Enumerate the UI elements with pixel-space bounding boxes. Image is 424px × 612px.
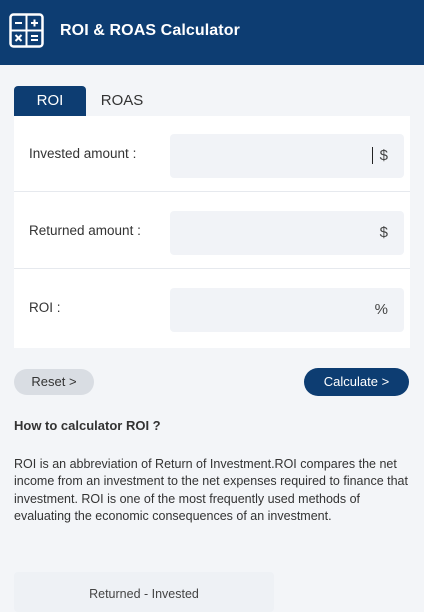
invested-amount-label: Invested amount :: [29, 146, 137, 161]
text-cursor: [372, 147, 373, 164]
dollar-unit: $: [379, 147, 388, 164]
calculator-icon: [9, 13, 44, 48]
roi-label: ROI :: [29, 300, 61, 315]
app-header: ROI & ROAS Calculator: [0, 0, 424, 65]
invested-amount-input[interactable]: $: [170, 134, 404, 178]
tab-roi[interactable]: ROI: [14, 86, 86, 116]
howto-heading: How to calculator ROI ?: [14, 418, 161, 433]
formula-card: Returned - Invested: [14, 572, 274, 612]
dollar-unit: $: [379, 224, 388, 241]
returned-amount-row: Returned amount : $: [14, 193, 410, 269]
returned-amount-label: Returned amount :: [29, 223, 141, 238]
roi-form: Invested amount : $ Returned amount : $ …: [14, 116, 410, 348]
calculate-button[interactable]: Calculate >: [304, 368, 409, 396]
calculator-tabs: ROI ROAS: [14, 86, 158, 116]
formula-numerator: Returned - Invested: [89, 587, 199, 601]
reset-button[interactable]: Reset >: [14, 369, 94, 395]
roi-result-field[interactable]: %: [170, 288, 404, 332]
tab-roas[interactable]: ROAS: [86, 86, 158, 116]
app-title: ROI & ROAS Calculator: [60, 22, 240, 39]
roi-description: ROI is an abbreviation of Return of Inve…: [14, 457, 408, 523]
invested-amount-row: Invested amount : $: [14, 116, 410, 192]
roi-row: ROI : %: [14, 270, 410, 346]
returned-amount-input[interactable]: $: [170, 211, 404, 255]
percent-unit: %: [374, 301, 388, 318]
